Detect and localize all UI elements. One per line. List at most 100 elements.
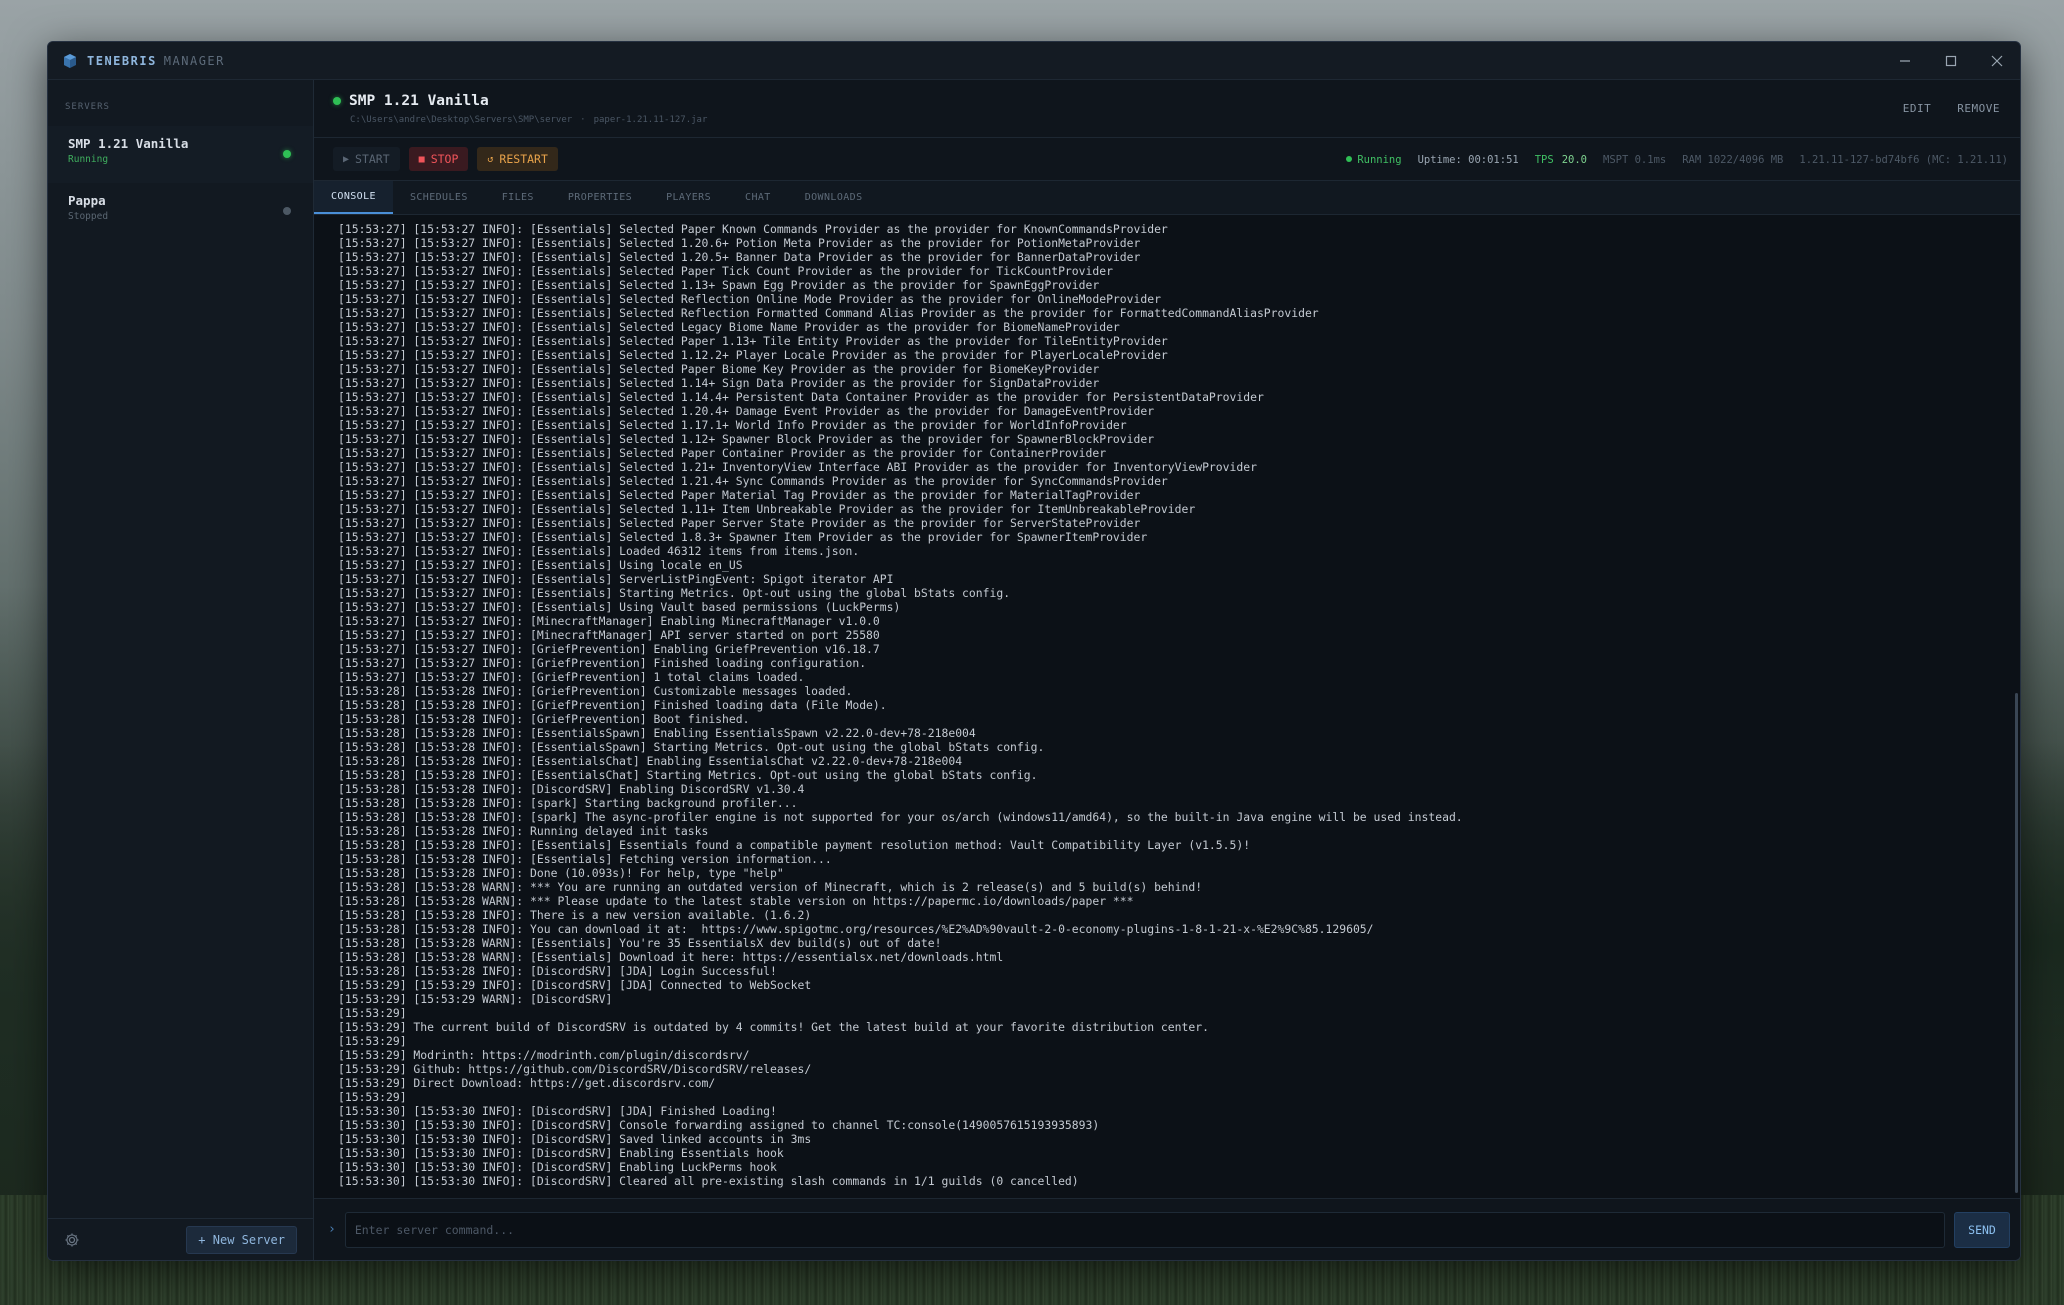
console-line: [15:53:27] [15:53:27 INFO]: [Essentials]… <box>338 390 1264 404</box>
console-line: [15:53:29] Modrinth: https://modrinth.co… <box>338 1048 750 1062</box>
console-scrollbar[interactable] <box>2014 215 2018 1198</box>
console-line: [15:53:27] [15:53:27 INFO]: [Essentials]… <box>338 530 1148 544</box>
console-line: [15:53:27] [15:53:27 INFO]: [MinecraftMa… <box>338 614 880 628</box>
remove-button[interactable]: REMOVE <box>1957 102 2000 115</box>
console-line: [15:53:28] [15:53:28 INFO]: [spark] Star… <box>338 796 798 810</box>
console-line: [15:53:29] [15:53:29 WARN]: [DiscordSRV] <box>338 992 613 1006</box>
play-icon: ▶ <box>343 153 350 165</box>
title-bar[interactable]: TENEBRIS MANAGER <box>48 42 2020 80</box>
console-line: [15:53:28] [15:53:28 INFO]: [GriefPreven… <box>338 684 853 698</box>
server-jar: paper-1.21.11-127.jar <box>593 115 708 125</box>
start-button[interactable]: ▶ START <box>333 147 400 171</box>
status-dot-icon <box>283 207 291 215</box>
console-line: [15:53:27] [15:53:27 INFO]: [Essentials]… <box>338 250 1141 264</box>
maximize-button[interactable] <box>1928 42 1974 80</box>
console-line: [15:53:28] [15:53:28 INFO]: [EssentialsS… <box>338 726 976 740</box>
minimize-icon <box>1900 60 1910 62</box>
sidebar-footer: + New Server <box>48 1218 313 1260</box>
tab-schedules[interactable]: SCHEDULES <box>393 181 485 214</box>
running-dot-icon <box>1346 155 1353 162</box>
path-separator: · <box>580 115 586 125</box>
settings-gear-icon[interactable] <box>64 1232 80 1248</box>
console-line: [15:53:28] [15:53:28 INFO]: [EssentialsC… <box>338 768 1038 782</box>
server-path: C:\Users\andre\Desktop\Servers\SMP\serve… <box>350 115 573 125</box>
prompt-chevron-icon: › <box>328 1222 336 1237</box>
page-title: SMP 1.21 Vanilla <box>349 93 489 109</box>
minimize-button[interactable] <box>1882 42 1928 80</box>
window-controls <box>1882 42 2020 80</box>
console-line: [15:53:27] [15:53:27 INFO]: [Essentials]… <box>338 488 1141 502</box>
console-line: [15:53:28] [15:53:28 WARN]: *** You are … <box>338 880 1203 894</box>
status-dot-icon <box>283 150 291 158</box>
sidebar-server-smp[interactable]: SMP 1.21 Vanilla Running <box>48 126 313 183</box>
console-line: [15:53:27] [15:53:27 INFO]: [Essentials]… <box>338 474 1168 488</box>
restart-button[interactable]: ↺ RESTART <box>477 147 558 171</box>
servers-section-label: SERVERS <box>65 102 110 112</box>
command-input[interactable] <box>344 1211 1945 1248</box>
scrollbar-thumb[interactable] <box>2015 693 2018 1193</box>
console-output[interactable]: [15:53:27] [15:53:27 INFO]: [Essentials]… <box>314 215 2020 1198</box>
tab-properties[interactable]: PROPERTIES <box>551 181 649 214</box>
tab-console[interactable]: CONSOLE <box>314 181 393 214</box>
stop-label: STOP <box>430 152 459 166</box>
console-line: [15:53:27] [15:53:27 INFO]: [Essentials]… <box>338 348 1168 362</box>
restart-icon: ↺ <box>487 153 494 165</box>
maximize-icon <box>1945 55 1957 67</box>
console-line: [15:53:30] [15:53:30 INFO]: [DiscordSRV]… <box>338 1160 777 1174</box>
console-line: [15:53:27] [15:53:27 INFO]: [Essentials]… <box>338 376 1100 390</box>
main-panel: SMP 1.21 Vanilla C:\Users\andre\Desktop\… <box>314 80 2020 1260</box>
console-line: [15:53:30] [15:53:30 INFO]: [DiscordSRV]… <box>338 1118 1100 1132</box>
console-line: [15:53:27] [15:53:27 INFO]: [Essentials]… <box>338 404 1155 418</box>
console-line: [15:53:30] [15:53:30 INFO]: [DiscordSRV]… <box>338 1104 777 1118</box>
console-line: [15:53:27] [15:53:27 INFO]: [Essentials]… <box>338 236 1141 250</box>
send-button[interactable]: SEND <box>1954 1211 2010 1248</box>
running-dot-icon <box>333 97 341 105</box>
app-name-primary: TENEBRIS <box>87 53 157 68</box>
console-line: [15:53:28] [15:53:28 INFO]: [Essentials]… <box>338 852 832 866</box>
command-bar: › SEND <box>314 1198 2020 1260</box>
console-line: [15:53:27] [15:53:27 INFO]: [Essentials]… <box>338 544 860 558</box>
console-line: [15:53:30] [15:53:30 INFO]: [DiscordSRV]… <box>338 1132 812 1146</box>
console-line: [15:53:27] [15:53:27 INFO]: [Essentials]… <box>338 320 1120 334</box>
console-line: [15:53:27] [15:53:27 INFO]: [Essentials]… <box>338 306 1319 320</box>
stop-button[interactable]: ■ STOP <box>408 147 469 171</box>
sidebar-server-pappa[interactable]: Pappa Stopped <box>48 183 313 240</box>
console-line: [15:53:27] [15:53:27 INFO]: [GriefPreven… <box>338 670 805 684</box>
new-server-button[interactable]: + New Server <box>186 1225 297 1254</box>
console-line: [15:53:29] [15:53:29 INFO]: [DiscordSRV]… <box>338 978 812 992</box>
tps-label: TPS <box>1534 153 1554 166</box>
tps-value: 20.0 <box>1561 153 1587 166</box>
tab-files[interactable]: FILES <box>485 181 551 214</box>
restart-label: RESTART <box>499 152 548 166</box>
console-line: [15:53:28] [15:53:28 INFO]: [GriefPreven… <box>338 712 750 726</box>
console-line: [15:53:29] <box>338 1090 407 1104</box>
console-line: [15:53:27] [15:53:27 INFO]: [Essentials]… <box>338 264 1113 278</box>
console-line: [15:53:28] [15:53:28 INFO]: [Essentials]… <box>338 838 1251 852</box>
console-line: [15:53:27] [15:53:27 INFO]: [GriefPreven… <box>338 642 880 656</box>
console-line: [15:53:28] [15:53:28 INFO]: [spark] The … <box>338 810 1463 824</box>
console-line: [15:53:27] [15:53:27 INFO]: [Essentials]… <box>338 446 1107 460</box>
status-indicator: Running <box>1346 154 1402 166</box>
app-window: TENEBRIS MANAGER SERVERS SMP 1.21 Vanill… <box>47 41 2021 1261</box>
tab-players[interactable]: PLAYERS <box>649 181 728 214</box>
console-line: [15:53:29] The current build of DiscordS… <box>338 1020 1209 1034</box>
edit-button[interactable]: EDIT <box>1903 102 1932 115</box>
tab-chat[interactable]: CHAT <box>728 181 788 214</box>
console-line: [15:53:28] [15:53:28 INFO]: [EssentialsC… <box>338 754 963 768</box>
server-stats: Running Uptime: 00:01:51 TPS 20.0 MSPT 0.… <box>1330 138 2008 181</box>
console-line: [15:53:29] Github: https://github.com/Di… <box>338 1062 812 1076</box>
console-line: [15:53:28] [15:53:28 INFO]: [EssentialsS… <box>338 740 1045 754</box>
close-button[interactable] <box>1974 42 2020 80</box>
close-icon <box>1991 55 2003 67</box>
console-line: [15:53:29] <box>338 1034 407 1048</box>
console-line: [15:53:27] [15:53:27 INFO]: [Essentials]… <box>338 586 1011 600</box>
console-line: [15:53:27] [15:53:27 INFO]: [Essentials]… <box>338 278 1100 292</box>
console-line: [15:53:27] [15:53:27 INFO]: [Essentials]… <box>338 222 1168 236</box>
tab-downloads[interactable]: DOWNLOADS <box>788 181 880 214</box>
server-path-line: C:\Users\andre\Desktop\Servers\SMP\serve… <box>350 115 2020 125</box>
console-line: [15:53:27] [15:53:27 INFO]: [MinecraftMa… <box>338 628 880 642</box>
console-line: [15:53:27] [15:53:27 INFO]: [Essentials]… <box>338 432 1155 446</box>
sidebar: SERVERS SMP 1.21 Vanilla Running Pappa S… <box>48 80 314 1260</box>
console-line: [15:53:27] [15:53:27 INFO]: [Essentials]… <box>338 292 1161 306</box>
server-status: Stopped <box>68 211 109 222</box>
